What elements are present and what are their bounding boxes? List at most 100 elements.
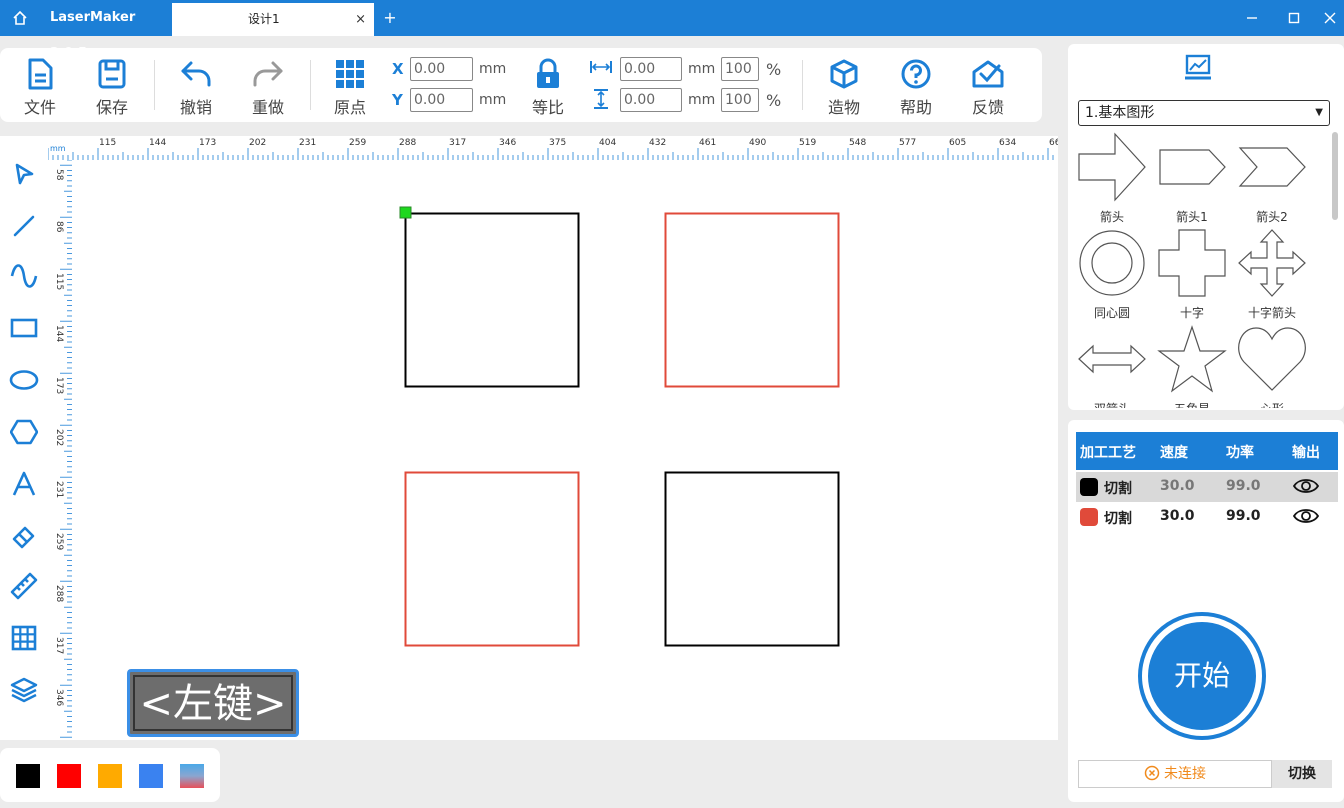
layer-color-black[interactable] — [1080, 478, 1098, 496]
shape-double-arrow[interactable]: 双箭头 — [1072, 324, 1152, 408]
layers-tool-icon[interactable] — [4, 670, 44, 710]
build-button[interactable]: 造物 — [814, 56, 874, 120]
curve-tool-icon[interactable] — [4, 256, 44, 296]
image-library-icon[interactable] — [1184, 54, 1212, 84]
shape-arrow-2[interactable]: 箭头2 — [1232, 132, 1312, 228]
home-icon[interactable] — [0, 0, 40, 36]
height-percent-input[interactable] — [721, 88, 759, 112]
width-percent-input[interactable] — [721, 57, 759, 81]
ruler-label: 490 — [749, 138, 766, 148]
feedback-button[interactable]: 反馈 — [958, 56, 1018, 120]
toolbar: 文件 保存 撤销 重做 原点 X mm Y mm 等比 — [0, 48, 1042, 122]
row-power[interactable]: 99.0 — [1226, 478, 1261, 494]
tab-close-icon[interactable]: × — [355, 3, 366, 36]
redo-button[interactable]: 重做 — [238, 56, 298, 120]
square-black-top-left[interactable] — [404, 212, 580, 388]
text-tool-icon[interactable] — [4, 464, 44, 504]
save-button[interactable]: 保存 — [82, 56, 142, 120]
shape-cross-arrow[interactable]: 十字箭头 — [1232, 228, 1312, 324]
shape-concentric-circle[interactable]: 同心圆 — [1072, 228, 1152, 324]
color-swatch-red[interactable] — [57, 764, 81, 788]
y-input[interactable] — [410, 88, 473, 112]
mouse-hint-text: <左键> — [133, 675, 293, 731]
start-button-label: 开始 — [1148, 622, 1256, 730]
row-power[interactable]: 99.0 — [1226, 508, 1261, 524]
save-label: 保存 — [95, 98, 128, 117]
maximize-icon[interactable] — [1274, 0, 1314, 36]
rectangle-tool-icon[interactable] — [4, 308, 44, 348]
close-icon[interactable] — [1316, 0, 1344, 36]
connection-status[interactable]: 未连接 — [1078, 760, 1272, 788]
color-swatch-black[interactable] — [16, 764, 40, 788]
x-input[interactable] — [410, 57, 473, 81]
width-unit: mm — [688, 61, 716, 77]
line-tool-icon[interactable] — [4, 206, 44, 246]
ruler-label: 346 — [54, 689, 64, 706]
ruler-label: 144 — [54, 325, 64, 342]
canvas-shapes — [399, 206, 840, 647]
layer-color-red[interactable] — [1080, 508, 1098, 526]
process-row[interactable]: 切割 30.0 99.0 — [1076, 472, 1338, 502]
eye-icon[interactable] — [1292, 477, 1320, 499]
undo-button[interactable]: 撤销 — [166, 56, 226, 120]
row-speed[interactable]: 30.0 — [1160, 478, 1195, 494]
width-percent-sign: % — [766, 60, 782, 79]
file-button[interactable]: 文件 — [10, 56, 70, 120]
mouse-hint-overlay: <左键> — [127, 669, 299, 737]
color-swatch-gradient[interactable] — [180, 764, 204, 788]
polygon-tool-icon[interactable] — [4, 412, 44, 452]
add-tab-button[interactable]: + — [380, 0, 400, 36]
tab-design[interactable]: 设计1 × — [172, 3, 374, 36]
lock-icon — [518, 56, 578, 92]
square-black-bottom-right[interactable] — [664, 471, 840, 647]
shape-star[interactable]: 五角星 — [1152, 324, 1232, 408]
shape-arrow[interactable]: 箭头 — [1072, 132, 1152, 228]
ruler-label: 634 — [999, 138, 1016, 148]
process-row[interactable]: 切割 30.0 99.0 — [1076, 502, 1338, 532]
shape-label: 十字 — [1179, 306, 1204, 320]
eye-icon[interactable] — [1292, 507, 1320, 529]
select-tool-icon[interactable] — [4, 154, 44, 194]
color-swatch-orange[interactable] — [98, 764, 122, 788]
ruler-label: 317 — [54, 637, 64, 654]
array-tool-icon[interactable] — [4, 618, 44, 658]
lock-ratio-button[interactable]: 等比 — [518, 56, 578, 120]
cross-shape-icon — [1158, 229, 1226, 297]
ruler-tool-icon[interactable] — [4, 566, 44, 606]
start-button[interactable]: 开始 — [1138, 612, 1266, 740]
square-red-bottom-left[interactable] — [404, 471, 580, 647]
height-percent-sign: % — [766, 91, 782, 110]
shape-arrow-1[interactable]: 箭头1 — [1152, 132, 1232, 228]
ruler-unit: mm — [50, 144, 66, 153]
ruler-label: 288 — [399, 138, 416, 148]
ellipse-tool-icon[interactable] — [4, 360, 44, 400]
selection-handle[interactable] — [399, 206, 412, 219]
shape-library-scrollbar[interactable] — [1332, 132, 1338, 220]
row-speed[interactable]: 30.0 — [1160, 508, 1195, 524]
width-input[interactable] — [620, 57, 682, 81]
ruler-label: 346 — [499, 138, 516, 148]
shape-cross[interactable]: 十字 — [1152, 228, 1232, 324]
header-output: 输出 — [1292, 445, 1320, 461]
shape-category-select[interactable]: 1.基本图形 ▼ — [1078, 100, 1330, 126]
origin-button[interactable]: 原点 — [320, 56, 380, 120]
ruler-label: 144 — [149, 138, 166, 148]
help-button[interactable]: 帮助 — [886, 56, 946, 120]
row-mode[interactable]: 切割 — [1104, 478, 1132, 498]
color-swatch-blue[interactable] — [139, 764, 163, 788]
shape-label: 箭头 — [1099, 210, 1124, 224]
switch-device-button[interactable]: 切换 — [1272, 760, 1332, 788]
shape-grid: 箭头 箭头1 箭头2 同心圆 十字 十字箭头 双箭头 五角星 — [1068, 132, 1330, 408]
help-label: 帮助 — [899, 98, 932, 117]
square-red-top-right[interactable] — [664, 212, 840, 388]
row-mode[interactable]: 切割 — [1104, 508, 1132, 528]
ruler-label: 288 — [54, 585, 64, 602]
height-input[interactable] — [620, 88, 682, 112]
eraser-tool-icon[interactable] — [4, 516, 44, 556]
heart-shape-icon — [1238, 327, 1306, 391]
shape-heart[interactable]: 心形 — [1232, 324, 1312, 408]
shape-label: 同心圆 — [1093, 306, 1130, 320]
header-speed: 速度 — [1160, 445, 1188, 461]
design-canvas[interactable] — [72, 160, 1058, 740]
minimize-icon[interactable] — [1232, 0, 1272, 36]
